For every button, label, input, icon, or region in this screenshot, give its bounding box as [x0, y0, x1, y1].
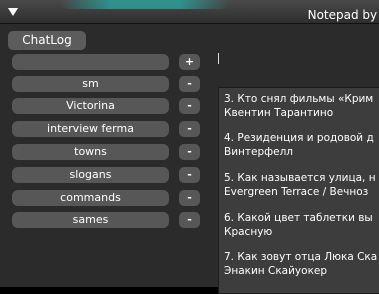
notes-text-area[interactable]: 3. Кто снял фильмы «Крим Квентин Таранти…: [218, 87, 379, 294]
note-line: Evergreen Terrace / Вечноз: [224, 186, 369, 198]
entry-button-blank[interactable]: [12, 54, 169, 70]
entry-button-slogans[interactable]: slogans: [12, 167, 169, 183]
remove-entry-button-commands[interactable]: -: [179, 190, 200, 206]
remove-entry-button-slogans[interactable]: -: [179, 167, 200, 183]
note-line: Энакин Скайуокер: [224, 265, 328, 277]
note-line: Квентин Тарантино: [224, 107, 334, 119]
note-line: Красную: [224, 226, 273, 238]
remove-entry-button-interview-ferma[interactable]: -: [179, 121, 200, 137]
entry-button-commands[interactable]: commands: [12, 190, 169, 206]
note-line: 6. Какой цвет таблетки вы: [224, 212, 373, 224]
note-line: 4. Резиденция и родовой д: [224, 132, 374, 144]
note-line: 5. Как называется улица, н: [224, 172, 376, 184]
text-cursor: [218, 53, 219, 64]
remove-entry-button-sames[interactable]: -: [179, 212, 200, 228]
entry-button-victorina[interactable]: Victorina: [12, 98, 169, 114]
title-bar: Notepad by Pa: [0, 0, 379, 24]
title-bar-glow: [60, 0, 230, 9]
note-line: Винтерфелл: [224, 146, 293, 158]
entry-button-sm[interactable]: sm: [12, 76, 169, 92]
remove-entry-button-victorina[interactable]: -: [179, 98, 200, 114]
entry-button-interview-ferma[interactable]: interview ferma: [12, 121, 169, 137]
add-entry-button[interactable]: +: [179, 54, 200, 70]
note-line: 3. Кто снял фильмы «Крим: [224, 93, 374, 105]
collapse-triangle-icon[interactable]: [8, 8, 18, 16]
chatlog-tab-button[interactable]: ChatLog: [8, 31, 86, 50]
remove-entry-button-towns[interactable]: -: [179, 144, 200, 160]
entry-button-sames[interactable]: sames: [12, 212, 169, 228]
window-title: Notepad by Pa: [307, 8, 379, 22]
entry-button-towns[interactable]: towns: [12, 144, 169, 160]
remove-entry-button-sm[interactable]: -: [179, 76, 200, 92]
note-line: 7. Как зовут отца Люка Ска: [224, 251, 378, 263]
